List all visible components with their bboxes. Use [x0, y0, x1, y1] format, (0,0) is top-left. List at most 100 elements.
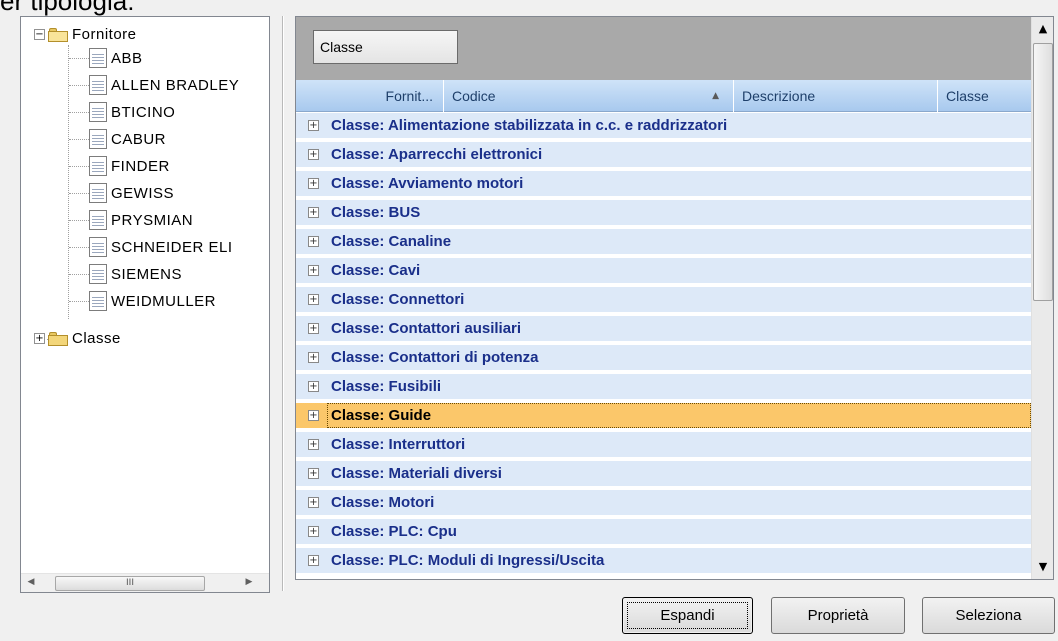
expand-icon[interactable]: +: [308, 410, 319, 421]
sort-ascending-icon: ▲: [712, 91, 719, 101]
table-row[interactable]: + Classe: PLC: Cpu: [296, 519, 1031, 546]
tree-node-supplier[interactable]: SIEMENS: [89, 262, 182, 286]
expand-icon[interactable]: +: [308, 352, 319, 363]
table-icon: [89, 48, 107, 68]
tree-connector-line: [69, 301, 89, 302]
tree-node-label: WEIDMULLER: [111, 292, 217, 310]
tree-node-supplier[interactable]: FINDER: [89, 154, 170, 178]
table-row[interactable]: + Classe: Materiali diversi: [296, 461, 1031, 488]
tree-node-supplier[interactable]: PRYSMIAN: [89, 208, 193, 232]
expand-button[interactable]: Espandi: [622, 597, 753, 634]
open-folder-icon: [48, 27, 68, 42]
table-row[interactable]: + Classe: Guide: [296, 403, 1031, 430]
expand-icon[interactable]: +: [308, 497, 319, 508]
tree-horizontal-scrollbar[interactable]: ◀ III ▶: [21, 573, 269, 592]
table-icon: [89, 75, 107, 95]
scroll-thumb[interactable]: [1033, 43, 1053, 301]
tree-node-supplier[interactable]: WEIDMULLER: [89, 289, 216, 313]
folder-icon: [48, 331, 68, 346]
column-header-descrizione[interactable]: Descrizione: [734, 80, 938, 112]
tree-node-supplier[interactable]: GEWISS: [89, 181, 174, 205]
group-row-label: Classe: PLC: Moduli di Ingressi/Uscita: [331, 552, 605, 569]
tree-node-supplier[interactable]: ALLEN BRADLEY: [89, 73, 239, 97]
table-icon: [89, 291, 107, 311]
tree-node-classe[interactable]: + Classe: [34, 326, 121, 350]
expand-icon[interactable]: +: [308, 439, 319, 450]
table-row[interactable]: + Classe: Contattori ausiliari: [296, 316, 1031, 343]
scroll-left-icon[interactable]: ◀: [25, 577, 37, 589]
scroll-right-icon[interactable]: ▶: [243, 577, 255, 589]
table-icon: [89, 183, 107, 203]
expand-icon[interactable]: +: [34, 332, 45, 344]
table-row[interactable]: + Classe: Connettori: [296, 287, 1031, 314]
group-row-label: Classe: Contattori ausiliari: [331, 320, 522, 337]
expand-icon[interactable]: +: [308, 120, 319, 131]
table-icon: [89, 129, 107, 149]
tree-node-supplier[interactable]: CABUR: [89, 127, 166, 151]
tree-connector-line: [69, 220, 89, 221]
tree-node-label: PRYSMIAN: [111, 211, 194, 229]
table-row[interactable]: + Classe: BUS: [296, 200, 1031, 227]
scroll-up-icon[interactable]: ▲: [1033, 19, 1053, 39]
table-icon: [89, 210, 107, 230]
tree-node-fornitore[interactable]: − Fornitore: [34, 22, 137, 46]
table-row[interactable]: + Classe: Contattori di potenza: [296, 345, 1031, 372]
group-by-chip-classe[interactable]: Classe: [313, 30, 458, 64]
table-row[interactable]: + Classe: Canaline: [296, 229, 1031, 256]
column-header-classe[interactable]: Classe: [938, 80, 1031, 112]
expand-icon[interactable]: +: [308, 381, 319, 392]
expand-icon[interactable]: +: [308, 178, 319, 189]
group-row-label: Classe: Fusibili: [331, 378, 442, 395]
expand-icon[interactable]: +: [308, 526, 319, 537]
tree-node-supplier[interactable]: BTICINO: [89, 100, 175, 124]
table-icon: [89, 156, 107, 176]
grid-header: Fornit... Codice ▲ Descrizione Classe: [296, 80, 1031, 112]
table-row[interactable]: + Classe: Avviamento motori: [296, 171, 1031, 198]
table-row[interactable]: + Classe: Alimentazione stabilizzata in c…: [296, 113, 1031, 140]
tree-node-supplier[interactable]: SCHNEIDER ELI: [89, 235, 233, 259]
select-button[interactable]: Seleziona: [922, 597, 1055, 634]
scroll-thumb[interactable]: III: [55, 576, 205, 591]
expand-icon[interactable]: +: [308, 555, 319, 566]
expand-icon[interactable]: +: [308, 149, 319, 160]
expand-icon[interactable]: +: [308, 265, 319, 276]
tree-node-label: Fornitore: [72, 25, 137, 43]
tree-node-label: ALLEN BRADLEY: [111, 76, 240, 94]
group-row-label: Classe: Interruttori: [331, 436, 466, 453]
top-caption-text: er tipologia:: [0, 0, 135, 16]
pane-splitter[interactable]: [282, 16, 284, 591]
expand-icon[interactable]: +: [308, 468, 319, 479]
table-row[interactable]: + Classe: Aparrecchi elettronici: [296, 142, 1031, 169]
scroll-down-icon[interactable]: ▼: [1033, 557, 1053, 577]
properties-button[interactable]: Proprietà: [771, 597, 905, 634]
grid-vertical-scrollbar[interactable]: ▲ ▼: [1031, 17, 1053, 579]
expand-icon[interactable]: +: [308, 236, 319, 247]
tree-connector-line: [69, 85, 89, 86]
table-row[interactable]: + Classe: Fusibili: [296, 374, 1031, 401]
expand-icon[interactable]: +: [308, 207, 319, 218]
class-grid[interactable]: Classe Fornit... Codice ▲ Descrizione Cl…: [295, 16, 1054, 580]
column-header-fornitore[interactable]: Fornit...: [296, 80, 444, 112]
tree-connector-line: [69, 58, 89, 59]
tree-node-label: GEWISS: [111, 184, 175, 202]
group-row-label: Classe: Canaline: [331, 233, 452, 250]
expand-icon[interactable]: +: [308, 294, 319, 305]
table-icon: [89, 102, 107, 122]
tree-node-label: Classe: [72, 329, 121, 347]
table-icon: [89, 237, 107, 257]
group-row-label: Classe: Contattori di potenza: [331, 349, 539, 366]
table-row[interactable]: + Classe: Cavi: [296, 258, 1031, 285]
group-row-label: Classe: Guide: [331, 407, 432, 424]
tree-node-supplier[interactable]: ABB: [89, 46, 143, 70]
group-by-area: Classe: [296, 17, 1031, 80]
expand-icon[interactable]: +: [308, 323, 319, 334]
focus-rectangle: [627, 602, 748, 629]
table-row[interactable]: + Classe: Motori: [296, 490, 1031, 517]
group-row-label: Classe: Motori: [331, 494, 435, 511]
table-row[interactable]: + Classe: Interruttori: [296, 432, 1031, 459]
tree-node-label: SIEMENS: [111, 265, 183, 283]
supplier-tree[interactable]: − Fornitore ABB ALLEN BRADLEY BTICINO CABUR…: [20, 16, 270, 593]
table-row[interactable]: + Classe: PLC: Moduli di Ingressi/Uscita: [296, 548, 1031, 575]
collapse-icon[interactable]: −: [34, 28, 45, 40]
column-header-codice[interactable]: Codice ▲: [444, 80, 734, 112]
